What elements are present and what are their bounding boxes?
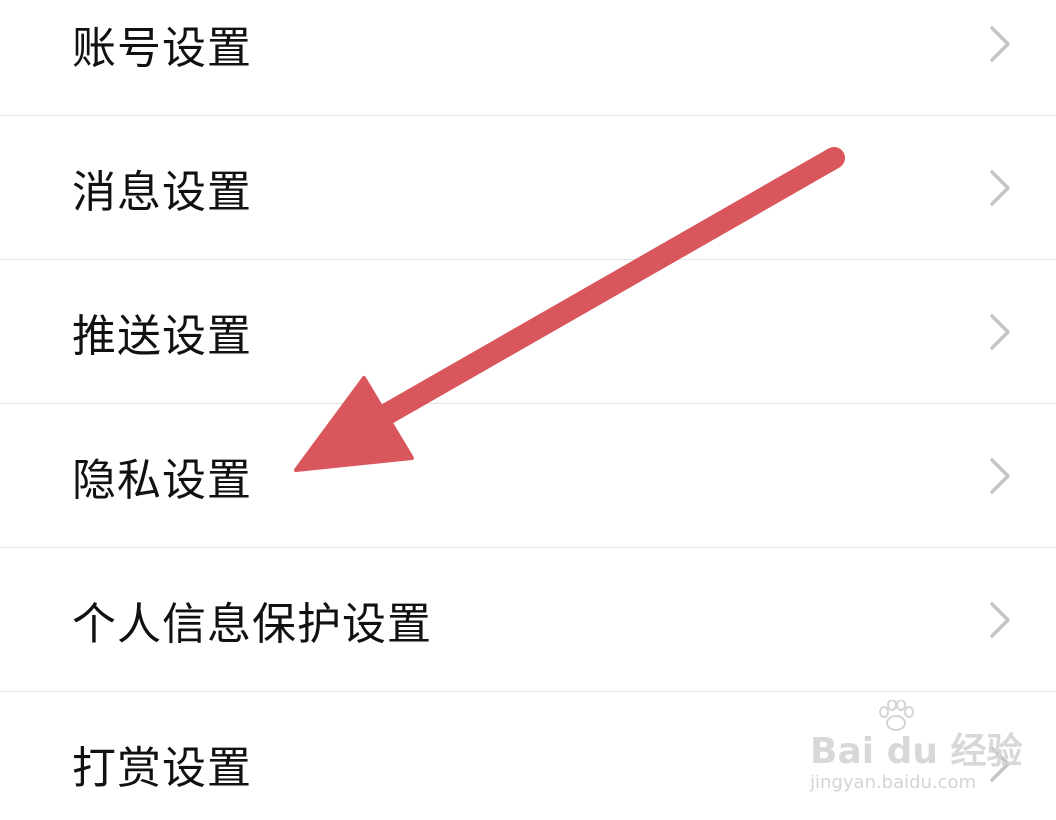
settings-item-label: 账号设置: [72, 23, 252, 74]
chevron-right-icon: [990, 314, 1010, 350]
settings-item-personal-info-protection[interactable]: 个人信息保护设置: [0, 548, 1056, 692]
watermark-url: jingyan.baidu.com: [810, 772, 977, 793]
settings-item-label: 打赏设置: [72, 743, 252, 794]
chevron-right-icon: [990, 602, 1010, 638]
settings-item-push[interactable]: 推送设置: [0, 260, 1056, 404]
chevron-right-icon: [990, 26, 1010, 62]
chevron-right-icon: [990, 458, 1010, 494]
chevron-right-icon: [990, 170, 1010, 206]
settings-item-account[interactable]: 账号设置: [0, 0, 1056, 116]
settings-item-label: 隐私设置: [72, 455, 252, 506]
settings-page: 账号设置 消息设置 推送设置 隐私设置 个人信息保护设置 打赏设置 Bai du…: [0, 0, 1056, 820]
settings-item-privacy[interactable]: 隐私设置: [0, 404, 1056, 548]
settings-item-label: 推送设置: [72, 311, 252, 362]
settings-item-message[interactable]: 消息设置: [0, 116, 1056, 260]
watermark-logo-text: Bai du 经验: [810, 731, 1023, 772]
baidu-jingyan-watermark: Bai du 经验 jingyan.baidu.com: [810, 700, 1023, 800]
settings-item-label: 个人信息保护设置: [72, 599, 432, 650]
settings-item-label: 消息设置: [72, 167, 252, 218]
